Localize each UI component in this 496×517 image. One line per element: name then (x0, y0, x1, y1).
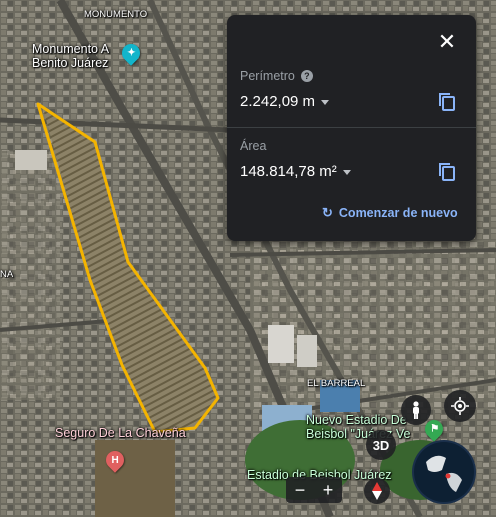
help-icon[interactable]: ? (300, 70, 313, 82)
target-icon (451, 397, 469, 415)
compass-button[interactable] (364, 478, 390, 504)
restart-icon: ↻ (322, 205, 333, 220)
zoom-out-button[interactable]: − (295, 480, 306, 501)
perimeter-label: Perímetro (240, 69, 295, 83)
pegman-icon (413, 401, 419, 419)
label-monumento-area: MONUMENTO (84, 9, 148, 20)
street-view-button[interactable] (401, 395, 431, 425)
globe-icon (414, 442, 474, 502)
my-location-button[interactable] (444, 390, 476, 422)
close-icon[interactable]: ✕ (434, 29, 460, 55)
copy-perimeter-icon[interactable] (438, 92, 456, 112)
zoom-in-button[interactable]: + (323, 480, 334, 501)
divider (227, 127, 476, 128)
restart-label: Comenzar de nuevo (338, 206, 458, 220)
label-estadio-nuevo-1[interactable]: Nuevo Estadio De (306, 413, 407, 427)
chevron-down-icon (342, 169, 351, 175)
perimeter-value: 2.242,09 m (240, 93, 316, 110)
measure-panel: ✕ Perímetro? 2.242,09 m Área 148.814,78 … (227, 15, 476, 241)
perimeter-unit-dropdown[interactable]: 2.242,09 m (240, 93, 330, 110)
compass-icon (372, 482, 382, 500)
perimeter-title: Perímetro? (240, 69, 313, 83)
area-value: 148.814,78 m² (240, 163, 337, 180)
label-left-edge: NA (0, 269, 14, 280)
area-unit-dropdown[interactable]: 148.814,78 m² (240, 163, 351, 180)
label-el-barreal: EL BARREAL (307, 378, 366, 389)
label-monumento-1[interactable]: Monumento A (32, 42, 109, 56)
area-label: Área (240, 139, 267, 153)
label-seguro[interactable]: Seguro De La Chaveña (55, 426, 186, 440)
copy-area-icon[interactable] (438, 162, 456, 182)
restart-button[interactable]: ↻ Comenzar de nuevo (322, 205, 458, 221)
3d-button[interactable]: 3D (366, 430, 396, 460)
zoom-controls: − + (286, 477, 342, 503)
globe-button[interactable] (412, 440, 476, 504)
label-monumento-2[interactable]: Benito Juárez (32, 56, 108, 70)
chevron-down-icon (321, 99, 330, 105)
